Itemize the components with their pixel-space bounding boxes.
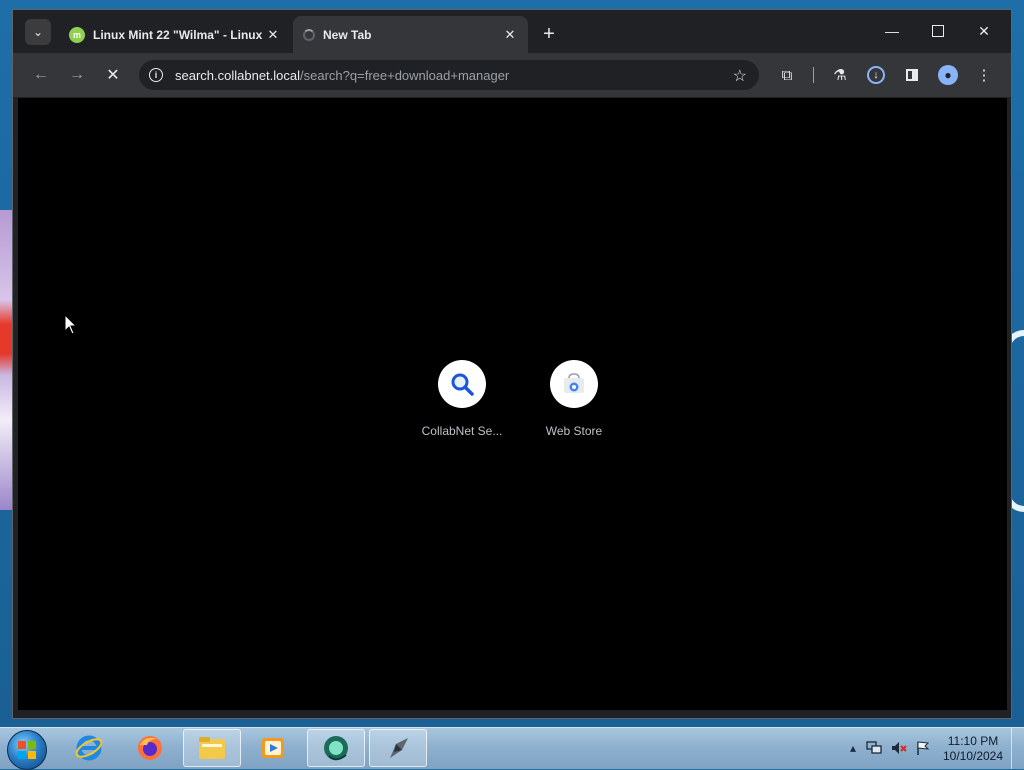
linux-mint-favicon-icon: m (69, 26, 85, 43)
media-player-icon (262, 738, 284, 758)
url-text: search.collabnet.local/search?q=free+dow… (175, 68, 509, 83)
maximize-button[interactable] (923, 18, 953, 44)
bookmark-star-icon[interactable]: ☆ (733, 66, 747, 86)
download-icon[interactable]: ↓ (864, 63, 888, 87)
tab-linux-mint[interactable]: m Linux Mint 22 "Wilma" - Linux ✕ (59, 16, 291, 53)
shortcut-icon-circle (550, 360, 598, 408)
close-icon: ✕ (106, 67, 120, 84)
labs-flask-icon[interactable]: ⚗ (828, 63, 852, 87)
shortcut-web-store[interactable]: Web Store (524, 360, 624, 438)
browser-window: ⌄ m Linux Mint 22 "Wilma" - Linux ✕ New … (12, 9, 1012, 719)
side-panel-icon[interactable] (900, 63, 924, 87)
tab-search-button[interactable]: ⌄ (25, 19, 51, 45)
close-icon: ✕ (978, 22, 990, 39)
windows-logo-icon (18, 741, 36, 759)
extensions-icon[interactable]: ⧉ (775, 63, 799, 87)
url-path: /search?q=free+download+manager (300, 67, 510, 83)
app-icon (390, 738, 408, 758)
site-info-icon[interactable]: i (149, 68, 163, 82)
close-tab-icon[interactable]: ✕ (265, 27, 281, 43)
shortcut-label: CollabNet Se... (421, 424, 503, 438)
clock-date: 10/10/2024 (942, 749, 1004, 763)
shortcut-label: Web Store (545, 424, 603, 438)
tab-title: New Tab (323, 27, 372, 42)
shortcut-icon-circle (438, 360, 486, 408)
speaker-mute-icon (892, 742, 907, 754)
taskbar-file-explorer[interactable] (183, 729, 241, 767)
toolbar-separator (813, 67, 814, 83)
page-content: CollabNet Se... Web Store (18, 98, 1007, 710)
shortcut-collabnet-search[interactable]: CollabNet Se... (412, 360, 512, 438)
web-store-icon (564, 373, 584, 393)
taskbar-browser-active[interactable] (307, 729, 365, 767)
mouse-cursor-icon (64, 314, 78, 335)
browser-icon (324, 736, 348, 761)
close-tab-icon[interactable]: ✕ (502, 27, 518, 43)
back-button[interactable]: ← (29, 63, 53, 87)
network-monitor-icon (866, 741, 882, 754)
file-explorer-icon (199, 737, 225, 759)
browser-toolbar: ← → ✕ i search.collabnet.local/search?q=… (13, 53, 1011, 97)
taskbar-clock[interactable]: 11:10 PM 10/10/2024 (938, 734, 1008, 764)
profile-avatar-icon[interactable]: ● (936, 63, 960, 87)
url-host: search.collabnet.local (175, 67, 301, 83)
download-arrow-icon: ↓ (867, 66, 885, 84)
plus-icon: + (543, 22, 555, 45)
stop-loading-button[interactable]: ✕ (101, 63, 125, 87)
taskbar-media-player[interactable] (244, 729, 302, 767)
show-desktop-button[interactable] (1011, 728, 1024, 769)
taskbar-firefox[interactable] (121, 729, 179, 767)
taskbar: ▴ 11:10 PM 10/10/2024 (0, 727, 1024, 770)
tray-expand-icon[interactable]: ▴ (845, 740, 861, 756)
flag-icon (917, 741, 930, 755)
firefox-icon (138, 736, 162, 760)
volume-muted-icon[interactable] (891, 740, 907, 756)
tab-new-tab[interactable]: New Tab ✕ (293, 16, 528, 53)
clock-time: 11:10 PM (947, 734, 999, 748)
internet-explorer-icon (75, 735, 103, 761)
minimize-icon: — (885, 23, 899, 39)
tab-title: Linux Mint 22 "Wilma" - Linux (93, 27, 263, 42)
minimize-button[interactable]: — (877, 18, 907, 44)
taskbar-app[interactable] (369, 729, 427, 767)
loading-spinner-icon (303, 28, 315, 41)
network-icon[interactable] (866, 740, 882, 756)
new-tab-button[interactable]: + (537, 22, 561, 46)
back-arrow-icon: ← (33, 66, 49, 83)
forward-arrow-icon: → (69, 66, 85, 83)
action-center-flag-icon[interactable] (915, 740, 931, 756)
person-icon: ● (938, 65, 958, 85)
tab-strip: ⌄ m Linux Mint 22 "Wilma" - Linux ✕ New … (13, 10, 1011, 53)
side-panel-shape-icon (906, 69, 918, 81)
maximize-icon (932, 25, 944, 37)
taskbar-internet-explorer[interactable] (60, 729, 118, 767)
close-window-button[interactable]: ✕ (969, 18, 999, 44)
forward-button[interactable]: → (65, 63, 89, 87)
start-button[interactable] (7, 730, 47, 770)
address-bar[interactable]: i search.collabnet.local/search?q=free+d… (139, 60, 759, 90)
menu-kebab-icon[interactable]: ⋮ (972, 63, 996, 87)
search-icon (451, 373, 474, 396)
chevron-down-icon: ⌄ (32, 25, 44, 39)
